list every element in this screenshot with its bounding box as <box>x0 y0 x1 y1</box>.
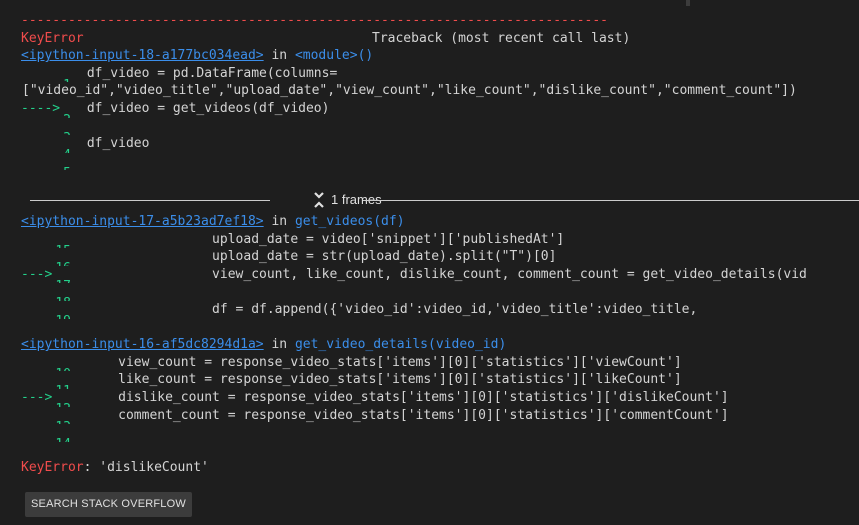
code-text: df = df.append({'video_id':video_id,'vid… <box>86 301 698 317</box>
divider-right <box>363 200 859 201</box>
line-number: 16 <box>55 260 71 266</box>
code-text: view_count = response_video_stats['items… <box>86 354 682 370</box>
code-line: ["video_id","video_title","upload_date",… <box>22 82 859 100</box>
line-number: 15 <box>55 243 71 249</box>
line-number: 5 <box>63 165 71 171</box>
code-text: df_video = get_videos(df_video) <box>86 100 330 116</box>
line-number: 17 <box>55 278 71 284</box>
code-line: ---->2 df_video = get_videos(df_video) <box>21 100 859 118</box>
line-number: 3 <box>63 130 71 136</box>
frame-code-lines: 1 df_video = pd.DataFrame(columns=["vide… <box>21 65 859 171</box>
code-line: --->17 view_count, like_count, dislike_c… <box>21 266 859 284</box>
line-number: 13 <box>55 419 71 425</box>
code-line: 14 <box>21 424 859 442</box>
code-line: --->12 dislike_count = response_video_st… <box>21 389 859 407</box>
code-text: upload_date = video['snippet']['publishe… <box>86 231 565 247</box>
traceback-separator: ----------------------------------------… <box>21 13 608 28</box>
line-number: 12 <box>55 401 71 407</box>
traceback-header-text: Traceback (most recent call last) <box>372 30 631 46</box>
traceback-header: KeyError Traceback (most recent call last… <box>21 30 859 48</box>
code-text: view_count, like_count, dislike_count, c… <box>86 266 807 282</box>
final-error-line: KeyError: 'dislikeCount' <box>21 459 859 477</box>
code-line: 5 <box>21 153 859 171</box>
line-number: 1 <box>63 77 71 83</box>
traceback-output: ----------------------------------------… <box>21 12 859 170</box>
code-line: 18 <box>21 283 859 301</box>
traceback-output-lower: <ipython-input-17-a5b23ad7ef18> in get_v… <box>21 213 859 477</box>
cell-top-bar <box>0 0 859 6</box>
frame-in-text: in <box>263 48 295 64</box>
frame-header: <ipython-input-16-af5dc8294d1a> in get_v… <box>21 336 859 354</box>
code-line: 10 view_count = response_video_stats['it… <box>21 354 859 372</box>
line-number: 19 <box>55 313 71 319</box>
code-text: upload_date = str(upload_date).split("T"… <box>86 249 557 265</box>
frame-header: <ipython-input-17-a5b23ad7ef18> in get_v… <box>21 213 859 231</box>
code-line: 19 df = df.append({'video_id':video_id,'… <box>21 301 859 319</box>
code-text: comment_count = response_video_stats['it… <box>86 407 729 423</box>
divider-left <box>30 200 270 201</box>
frame-in-text: in <box>263 337 295 353</box>
line-number: 14 <box>55 436 71 442</box>
code-text: ["video_id","video_title","upload_date",… <box>22 83 797 99</box>
code-line: 3 <box>21 118 859 136</box>
frame-function: get_videos(df) <box>294 214 405 229</box>
code-line: 1 df_video = pd.DataFrame(columns= <box>21 65 859 83</box>
frames-toggle-row: 1 frames <box>30 190 859 210</box>
code-line: 16 upload_date = str(upload_date).split(… <box>21 248 859 266</box>
line-number: 2 <box>63 112 71 118</box>
frame-link[interactable]: <ipython-input-18-a177bc034ead> <box>21 48 264 63</box>
frame-header: <ipython-input-18-a177bc034ead> in <modu… <box>21 47 859 65</box>
scrollbar-divider <box>686 0 690 6</box>
code-line: 4 df_video <box>21 135 859 153</box>
code-text: df_video = pd.DataFrame(columns= <box>86 65 338 81</box>
code-text: like_count = response_video_stats['items… <box>86 372 682 388</box>
frame-link[interactable]: <ipython-input-17-a5b23ad7ef18> <box>21 214 264 229</box>
frame-link[interactable]: <ipython-input-16-af5dc8294d1a> <box>21 337 264 352</box>
line-number: 18 <box>55 295 71 301</box>
code-line: 15 upload_date = video['snippet']['publi… <box>21 231 859 249</box>
collapse-icon <box>314 192 324 208</box>
code-text: dislike_count = response_video_stats['it… <box>86 389 729 405</box>
line-number: 4 <box>63 147 71 153</box>
frame-function: get_video_details(video_id) <box>294 337 507 353</box>
frame-in-text: in <box>263 214 295 229</box>
final-error-name: KeyError <box>21 460 84 476</box>
code-line: 11 like_count = response_video_stats['it… <box>21 371 859 389</box>
frame-function: <module>() <box>294 48 374 64</box>
frame-code-lines: 10 view_count = response_video_stats['it… <box>21 354 859 442</box>
line-number: 10 <box>55 366 71 372</box>
search-stack-overflow-button[interactable]: SEARCH STACK OVERFLOW <box>25 492 192 517</box>
code-line: 13 comment_count = response_video_stats[… <box>21 407 859 425</box>
final-error-message: : 'dislikeCount' <box>83 460 209 476</box>
error-name: KeyError <box>21 30 84 46</box>
frame-code-lines: 15 upload_date = video['snippet']['publi… <box>21 231 859 319</box>
line-number: 11 <box>55 383 71 389</box>
code-text: df_video <box>86 136 150 152</box>
